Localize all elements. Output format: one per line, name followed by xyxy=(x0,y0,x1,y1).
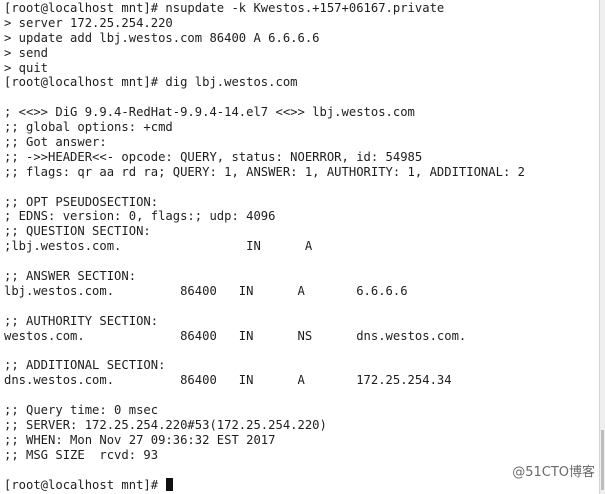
terminal-window[interactable]: [root@localhost mnt]# nsupdate -k Kwesto… xyxy=(0,0,600,494)
terminal-line: ; <<>> DiG 9.9.4-RedHat-9.9.4-14.el7 <<>… xyxy=(4,105,415,120)
terminal-line: ;; Query time: 0 msec xyxy=(4,403,159,418)
scroll-thumb[interactable] xyxy=(601,430,604,490)
terminal-line: > quit xyxy=(4,60,49,75)
terminal-line: ;; Got answer: xyxy=(4,135,107,150)
terminal-line: ;; global options: +cmd xyxy=(4,120,173,135)
terminal-line: ; EDNS: version: 0, flags:; udp: 4096 xyxy=(4,209,276,224)
watermark-text: @51CTO博客 xyxy=(512,465,595,480)
terminal-line: ;lbj.westos.com. IN A xyxy=(4,239,313,254)
terminal-line: ;; AUTHORITY SECTION: xyxy=(4,313,159,328)
text-cursor xyxy=(166,477,174,491)
terminal-line: ;; OPT PSEUDOSECTION: xyxy=(4,194,159,209)
terminal-line: > server 172.25.254.220 xyxy=(4,15,173,30)
terminal-line: ;; WHEN: Mon Nov 27 09:36:32 EST 2017 xyxy=(4,432,276,447)
terminal-line: lbj.westos.com. 86400 IN A 6.6.6.6 xyxy=(4,283,408,298)
terminal-line: > send xyxy=(4,45,49,60)
terminal-line: ;; SERVER: 172.25.254.220#53(172.25.254.… xyxy=(4,417,327,432)
terminal-line: ;; MSG SIZE rcvd: 93 xyxy=(4,447,159,462)
terminal-line: dns.westos.com. 86400 IN A 172.25.254.34 xyxy=(4,373,452,388)
terminal-line: ;; ANSWER SECTION: xyxy=(4,269,137,284)
terminal-line: [root@localhost mnt]# dig lbj.westos.com xyxy=(4,75,298,90)
terminal-output: [root@localhost mnt]# nsupdate -k Kwesto… xyxy=(4,1,525,492)
scrollbar[interactable] xyxy=(599,0,605,494)
prompt-line[interactable]: [root@localhost mnt]# xyxy=(4,477,525,493)
shell-prompt: [root@localhost mnt]# xyxy=(4,477,166,492)
terminal-line: westos.com. 86400 IN NS dns.westos.com. xyxy=(4,328,467,343)
terminal-line: [root@localhost mnt]# nsupdate -k Kwesto… xyxy=(4,1,445,15)
terminal-line: > update add lbj.westos.com 86400 A 6.6.… xyxy=(4,30,320,45)
terminal-line: ;; flags: qr aa rd ra; QUERY: 1, ANSWER:… xyxy=(4,164,525,179)
terminal-line: ;; ADDITIONAL SECTION: xyxy=(4,358,166,373)
terminal-line: ;; QUESTION SECTION: xyxy=(4,224,151,239)
terminal-line: ;; ->>HEADER<<- opcode: QUERY, status: N… xyxy=(4,149,423,164)
